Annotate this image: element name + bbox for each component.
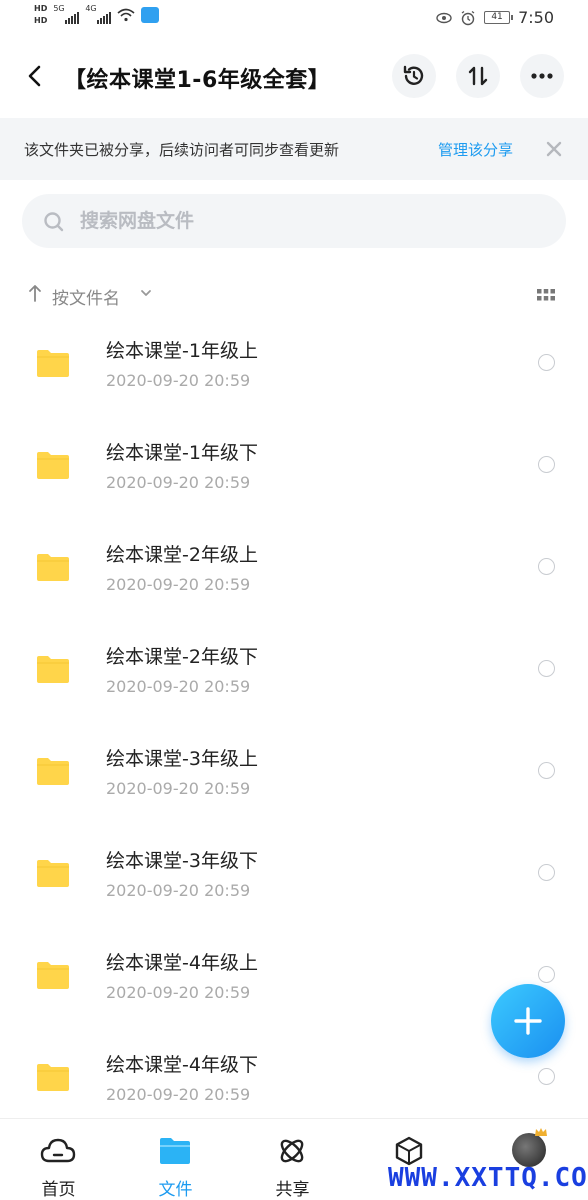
- eye-icon: [436, 12, 452, 23]
- folder-icon: [37, 554, 69, 581]
- nav-share[interactable]: 共享: [234, 1119, 351, 1200]
- status-bar: HD HD 5G 4G 41 7:50: [0, 0, 588, 36]
- file-date: 2020-09-20 20:59: [106, 779, 251, 798]
- add-button[interactable]: [491, 984, 565, 1058]
- list-item[interactable]: 绘本课堂-1年级上 2020-09-20 20:59: [0, 324, 588, 426]
- nav-home-label: 首页: [41, 1180, 76, 1200]
- search-icon: [44, 212, 64, 232]
- select-radio[interactable]: [538, 762, 555, 779]
- status-time: 7:50: [518, 8, 554, 27]
- wifi-icon: [117, 8, 135, 22]
- sort-arrow-up-icon[interactable]: [28, 284, 42, 302]
- status-right: 41 7:50: [436, 8, 554, 27]
- file-date: 2020-09-20 20:59: [106, 473, 251, 492]
- sort-bar: 按文件名: [0, 278, 588, 314]
- more-icon: [531, 73, 553, 79]
- app-notification-icon: [141, 7, 160, 23]
- nav-files-label: 文件: [158, 1180, 193, 1200]
- select-radio[interactable]: [538, 1068, 555, 1085]
- cloud-home-icon: [40, 1138, 76, 1163]
- alarm-icon: [461, 10, 475, 25]
- nav-share-label: 共享: [275, 1180, 310, 1200]
- signal-bars-icon: [97, 12, 112, 24]
- folder-icon: [37, 452, 69, 479]
- folder-nav-icon: [160, 1138, 190, 1164]
- battery-icon: 41: [484, 11, 514, 24]
- share-atom-icon: [280, 1139, 304, 1163]
- folder-icon: [37, 1064, 69, 1091]
- close-icon[interactable]: [545, 140, 563, 158]
- file-date: 2020-09-20 20:59: [106, 371, 251, 390]
- select-radio[interactable]: [538, 558, 555, 575]
- status-left: HD HD 5G 4G: [34, 4, 160, 26]
- file-date: 2020-09-20 20:59: [106, 881, 251, 900]
- crown-icon: [535, 1128, 547, 1136]
- avatar[interactable]: [512, 1133, 546, 1167]
- file-date: 2020-09-20 20:59: [106, 575, 251, 594]
- file-name: 绘本课堂-3年级上: [106, 748, 258, 770]
- manage-share-link[interactable]: 管理该分享: [438, 139, 513, 160]
- history-button[interactable]: [392, 54, 436, 98]
- sort-by-name-label[interactable]: 按文件名: [52, 284, 120, 309]
- file-name: 绘本课堂-1年级上: [106, 340, 258, 362]
- file-name: 绘本课堂-4年级下: [106, 1054, 258, 1076]
- file-name: 绘本课堂-2年级上: [106, 544, 258, 566]
- share-notice-text: 该文件夹已被分享，后续访问者可同步查看更新: [24, 141, 340, 159]
- page-title: 【绘本课堂1-6年级全套】: [64, 68, 331, 93]
- file-date: 2020-09-20 20:59: [106, 1085, 251, 1104]
- list-item[interactable]: 绘本课堂-2年级上 2020-09-20 20:59: [0, 528, 588, 630]
- folder-icon: [37, 656, 69, 683]
- nav-files[interactable]: 文件: [117, 1119, 234, 1200]
- more-button[interactable]: [520, 54, 564, 98]
- list-item[interactable]: 绘本课堂-1年级下 2020-09-20 20:59: [0, 426, 588, 528]
- signal-4g: 4G: [85, 4, 112, 26]
- network-label-5g: 5G: [53, 4, 65, 13]
- hd-indicators: HD HD: [34, 4, 47, 26]
- network-label-4g: 4G: [85, 4, 97, 13]
- history-icon: [403, 65, 424, 85]
- chevron-down-icon[interactable]: [140, 288, 152, 298]
- watermark-text: WWW.XXTTQ.COM: [388, 1163, 588, 1193]
- hd-indicator-2: HD: [34, 16, 48, 25]
- select-radio[interactable]: [538, 660, 555, 677]
- select-radio[interactable]: [538, 456, 555, 473]
- file-date: 2020-09-20 20:59: [106, 983, 251, 1002]
- list-item[interactable]: 绘本课堂-2年级下 2020-09-20 20:59: [0, 630, 588, 732]
- signal-5g: 5G: [53, 4, 80, 26]
- plus-icon: [514, 1007, 542, 1035]
- list-item[interactable]: 绘本课堂-3年级下 2020-09-20 20:59: [0, 834, 588, 936]
- file-name: 绘本课堂-2年级下: [106, 646, 258, 668]
- grid-view-icon[interactable]: [537, 288, 555, 302]
- file-name: 绘本课堂-3年级下: [106, 850, 258, 872]
- top-header: 【绘本课堂1-6年级全套】: [0, 44, 588, 108]
- share-notice-bar: 该文件夹已被分享，后续访问者可同步查看更新 管理该分享: [0, 118, 588, 180]
- folder-icon: [37, 860, 69, 887]
- search-input[interactable]: [80, 204, 540, 238]
- file-date: 2020-09-20 20:59: [106, 677, 251, 696]
- list-item[interactable]: 绘本课堂-3年级上 2020-09-20 20:59: [0, 732, 588, 834]
- folder-icon: [37, 962, 69, 989]
- folder-icon: [37, 758, 69, 785]
- select-radio[interactable]: [538, 864, 555, 881]
- file-name: 绘本课堂-1年级下: [106, 442, 258, 464]
- signal-bars-icon: [65, 12, 80, 24]
- transfer-arrows-icon: [468, 66, 488, 86]
- nav-home[interactable]: 首页: [0, 1119, 117, 1200]
- search-bar[interactable]: [22, 194, 566, 248]
- select-radio[interactable]: [538, 966, 555, 983]
- hd-indicator-1: HD: [34, 4, 48, 13]
- folder-icon: [37, 350, 69, 377]
- back-button[interactable]: [22, 62, 50, 90]
- select-radio[interactable]: [538, 354, 555, 371]
- transfer-button[interactable]: [456, 54, 500, 98]
- file-name: 绘本课堂-4年级上: [106, 952, 258, 974]
